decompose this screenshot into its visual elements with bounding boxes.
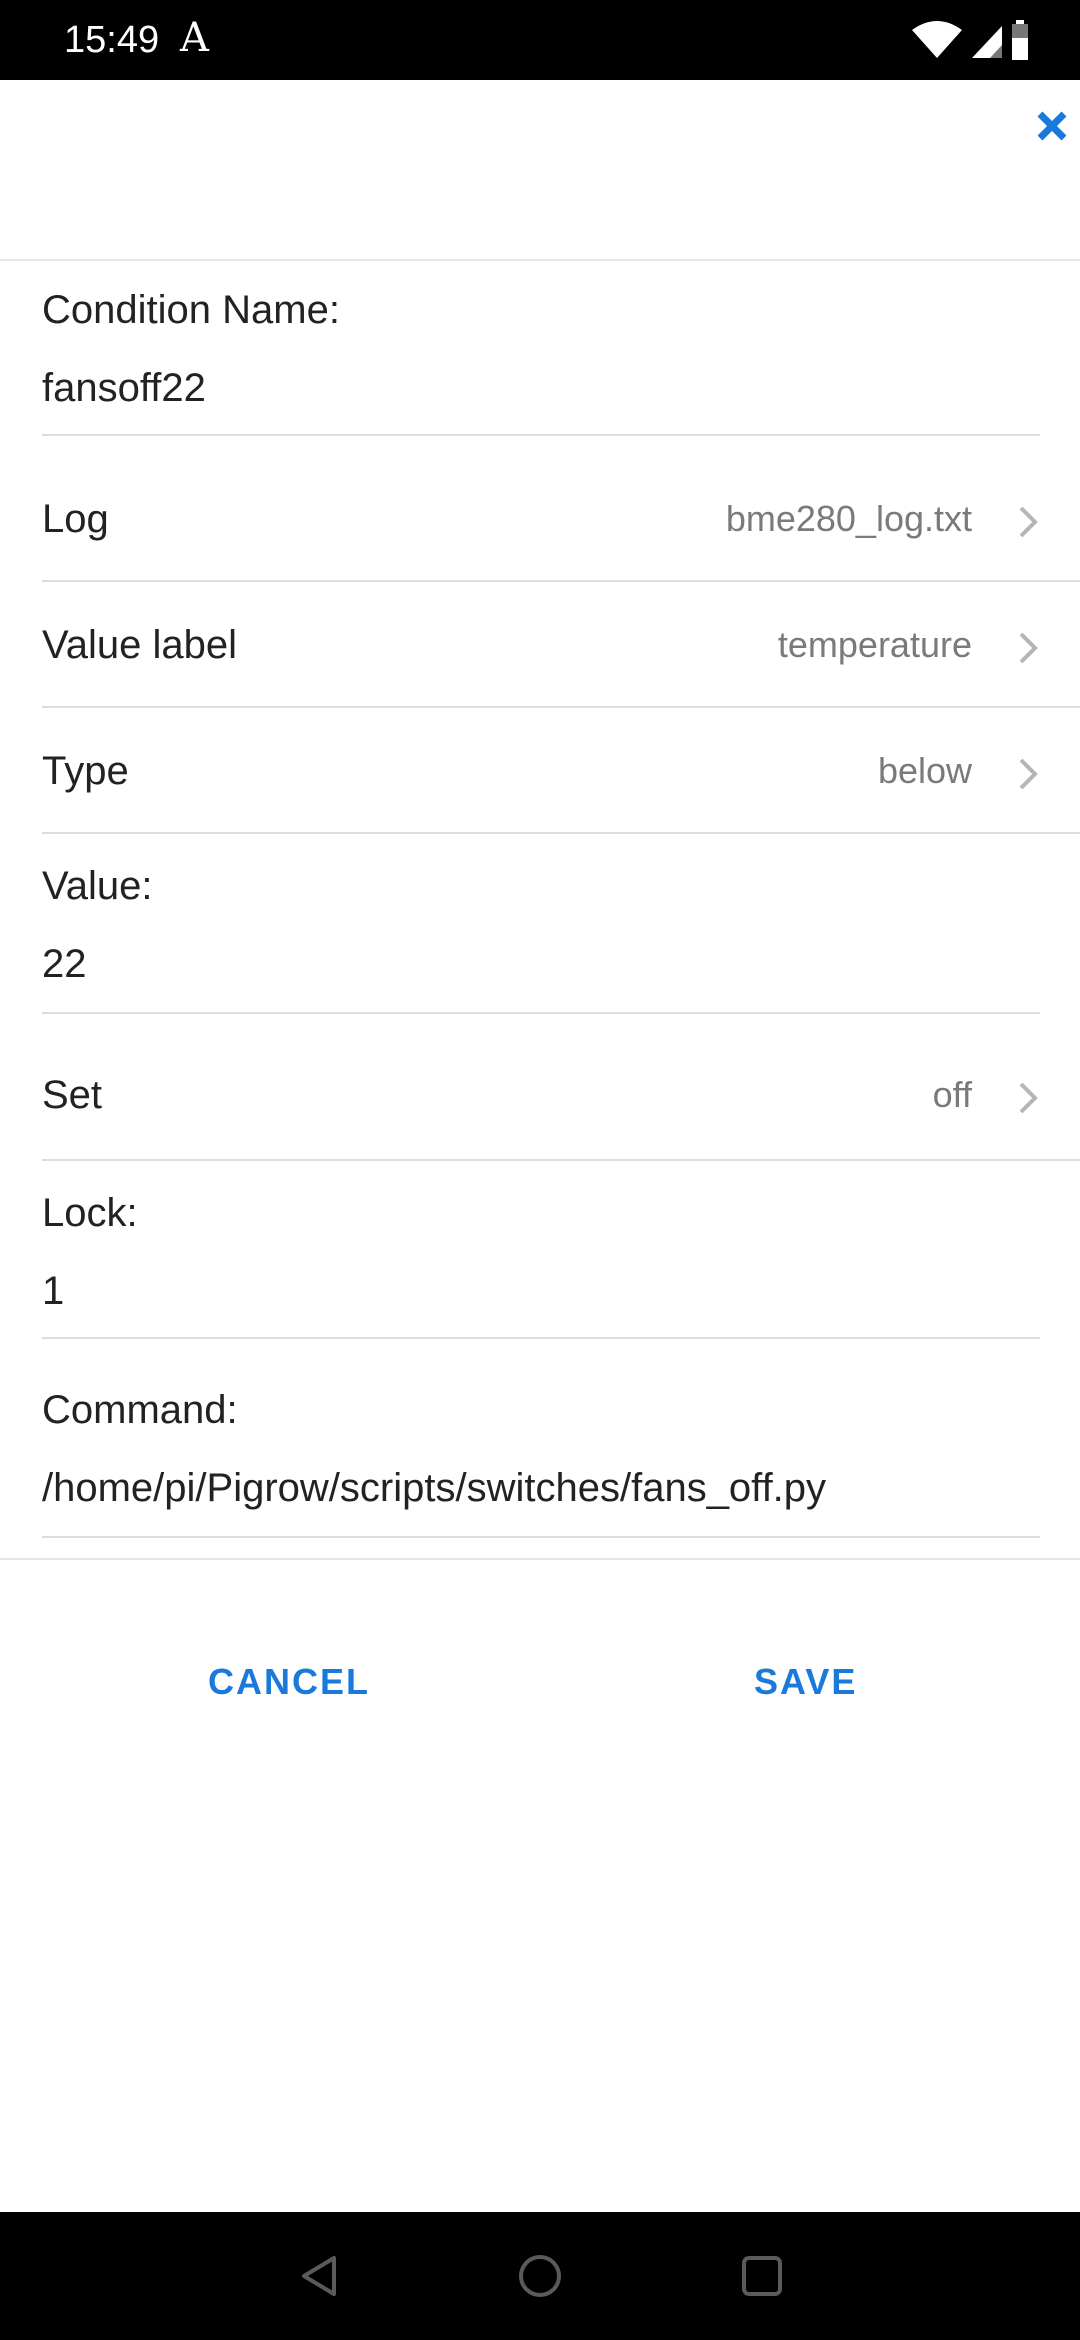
field-underline xyxy=(42,1337,1040,1339)
type-label: Type xyxy=(42,749,129,793)
value-label-value: temperature xyxy=(777,624,972,665)
row-divider xyxy=(42,580,1080,582)
field-underline xyxy=(42,1012,1040,1014)
close-button[interactable] xyxy=(1032,106,1072,146)
dialog-divider-top xyxy=(0,259,1080,261)
log-selector[interactable]: Log bme280_log.txt xyxy=(0,457,1080,582)
command-field[interactable]: Command: /home/pi/Pigrow/scripts/switche… xyxy=(42,1382,1040,1540)
chevron-right-icon xyxy=(1019,506,1038,538)
back-icon xyxy=(302,2256,336,2296)
value-input[interactable]: 22 xyxy=(42,940,87,988)
close-icon xyxy=(1037,111,1067,141)
save-button[interactable]: SAVE xyxy=(754,1660,857,1704)
cancel-button[interactable]: CANCEL xyxy=(208,1660,370,1704)
field-underline xyxy=(42,434,1040,436)
status-time: 15:49 xyxy=(64,19,160,61)
row-divider xyxy=(42,1159,1080,1161)
value-field-label: Value: xyxy=(42,864,153,908)
type-selector[interactable]: Type below xyxy=(0,709,1080,834)
wifi-icon xyxy=(912,21,962,58)
lock-label: Lock: xyxy=(42,1191,138,1235)
notification-icon: A xyxy=(180,15,209,61)
command-input[interactable]: /home/pi/Pigrow/scripts/switches/fans_of… xyxy=(42,1464,826,1512)
log-value: bme280_log.txt xyxy=(725,498,972,539)
type-value: below xyxy=(877,750,972,791)
value-field[interactable]: Value: 22 xyxy=(42,858,1040,1016)
row-divider xyxy=(42,706,1080,708)
recents-icon xyxy=(742,2256,782,2296)
chevron-right-icon xyxy=(1019,1082,1038,1114)
status-icons xyxy=(910,18,1040,62)
signal-icon xyxy=(972,26,1002,58)
back-button[interactable] xyxy=(294,2250,346,2302)
home-icon xyxy=(519,2255,561,2297)
set-selector[interactable]: Set off xyxy=(0,1035,1080,1161)
home-button[interactable] xyxy=(514,2250,566,2302)
set-label: Set xyxy=(42,1073,103,1117)
chevron-right-icon xyxy=(1019,632,1038,664)
condition-name-input[interactable]: fansoff22 xyxy=(42,364,206,412)
log-label: Log xyxy=(42,497,109,541)
condition-name-label: Condition Name: xyxy=(42,288,340,332)
condition-name-field[interactable]: Condition Name: fansoff22 xyxy=(42,280,1040,438)
battery-icon xyxy=(1012,20,1028,60)
lock-input[interactable]: 1 xyxy=(42,1267,64,1315)
status-bar: 15:49 A xyxy=(0,0,1080,80)
chevron-right-icon xyxy=(1019,758,1038,790)
value-label-selector[interactable]: Value label temperature xyxy=(0,583,1080,708)
dialog-divider-bottom xyxy=(0,1558,1080,1560)
row-divider xyxy=(42,832,1080,834)
field-underline xyxy=(42,1536,1040,1538)
set-value: off xyxy=(932,1074,972,1115)
lock-field[interactable]: Lock: 1 xyxy=(42,1183,1040,1341)
command-label: Command: xyxy=(42,1388,238,1432)
value-label-label: Value label xyxy=(42,623,237,667)
navigation-bar xyxy=(0,2212,1080,2340)
recents-button[interactable] xyxy=(736,2250,788,2302)
